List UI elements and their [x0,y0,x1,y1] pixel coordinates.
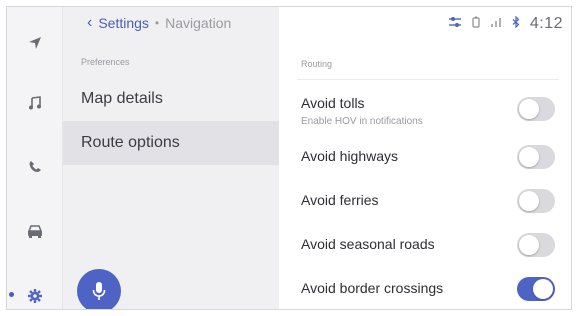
breadcrumb: ‹ Settings • Navigation [87,15,232,32]
bluetooth-icon [512,15,520,33]
routing-panel: 4:12 Routing Avoid tolls Enable HOV in n… [279,7,571,309]
option-label: Avoid ferries [301,192,379,208]
menu-item-map-details[interactable]: Map details [63,77,279,121]
routing-section-label: Routing [301,59,333,69]
app-frame: ‹ Settings • Navigation Preferences Map … [6,6,572,310]
toggle-knob [519,147,539,167]
option-avoid-ferries[interactable]: Avoid ferries [301,189,559,232]
breadcrumb-separator: • [154,16,160,30]
battery-icon [472,15,480,33]
avoid-tolls-toggle[interactable] [517,97,555,121]
signal-icon [490,15,502,33]
back-settings-link[interactable]: Settings [98,15,149,31]
nav-rail [7,7,63,309]
voice-assistant-button[interactable] [77,269,121,309]
option-label: Avoid tolls [301,95,365,111]
option-avoid-border-crossings[interactable]: Avoid border crossings [301,277,559,309]
toggle-knob [519,99,539,119]
menu-item-route-options[interactable]: Route options [63,121,279,165]
navigation-arrow-icon[interactable] [7,29,63,57]
sliders-icon [448,15,462,33]
option-label: Avoid highways [301,148,399,164]
option-label: Avoid border crossings [301,280,444,296]
avoid-highways-toggle[interactable] [517,145,555,169]
back-chevron-icon[interactable]: ‹ [87,15,92,31]
toggle-knob [519,191,539,211]
toggle-knob [519,235,539,255]
option-sublabel: Enable HOV in notifications [301,116,423,127]
avoid-ferries-toggle[interactable] [517,189,555,213]
option-avoid-seasonal-roads[interactable]: Avoid seasonal roads [301,233,559,276]
preferences-panel: ‹ Settings • Navigation Preferences Map … [63,7,279,309]
music-note-icon[interactable] [7,89,63,117]
option-label: Avoid seasonal roads [301,236,435,252]
section-divider [297,79,559,80]
car-icon[interactable] [7,217,63,245]
phone-icon[interactable] [7,153,63,181]
option-avoid-highways[interactable]: Avoid highways [301,145,559,188]
microphone-icon [92,282,106,300]
option-avoid-tolls[interactable]: Avoid tolls Enable HOV in notifications [301,95,559,135]
toggle-knob [533,279,553,299]
gear-icon[interactable] [7,282,63,309]
avoid-border-crossings-toggle[interactable] [517,277,555,301]
preferences-section-label: Preferences [81,57,130,67]
status-bar: 4:12 [448,15,563,33]
breadcrumb-current: Navigation [165,15,232,31]
avoid-seasonal-roads-toggle[interactable] [517,233,555,257]
clock: 4:12 [529,15,563,32]
